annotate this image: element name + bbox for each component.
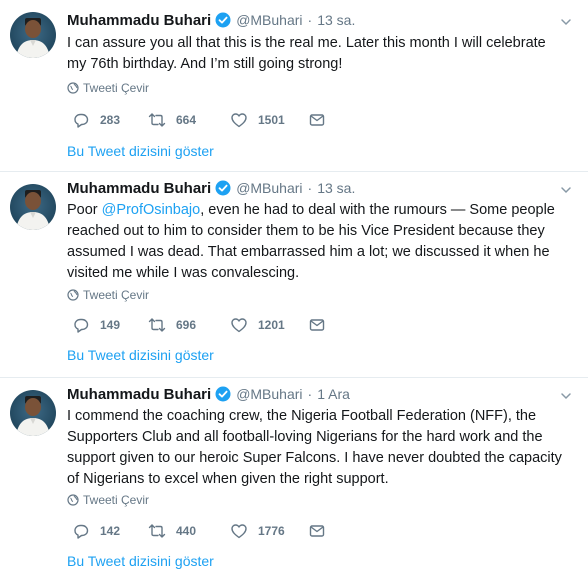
reply-count: 149 [100,318,121,332]
tweet[interactable]: Muhammadu Buhari @MBuhari · 1 Ara I comm… [0,378,588,575]
tweet[interactable]: Muhammadu Buhari @MBuhari · 13 sa. I can… [0,0,588,172]
direct-message-button[interactable] [308,315,326,335]
tweet-header: Muhammadu Buhari @MBuhari · 13 sa. [67,178,355,198]
tweet-text: Poor @ProfOsinbajo, even he had to deal … [67,200,567,284]
tweet-text: I commend the coaching crew, the Nigeria… [67,408,562,487]
mention-link[interactable]: @ProfOsinbajo [102,202,201,218]
tweet-header: Muhammadu Buhari @MBuhari · 1 Ara [67,384,350,404]
author-handle[interactable]: @MBuhari [236,180,302,196]
chevron-down-icon[interactable] [560,16,572,28]
verified-badge-icon [215,180,231,196]
avatar[interactable] [10,184,56,230]
verified-badge-icon [215,386,231,402]
reply-bubble-icon [74,524,89,539]
author-name[interactable]: Muhammadu Buhari [67,180,211,197]
timestamp[interactable]: 13 sa. [317,12,355,28]
retweet-icon [148,113,166,127]
retweet-button[interactable]: 664 [148,110,196,130]
translate-label: Tweeti Çevir [83,493,150,507]
avatar[interactable] [10,12,56,58]
like-button[interactable]: 1776 [230,521,285,541]
show-thread-link[interactable]: Bu Tweet dizisini göster [67,143,214,159]
timestamp[interactable]: 1 Ara [317,386,350,402]
reply-button[interactable]: 142 [72,521,120,541]
translate-label: Tweeti Çevir [83,288,150,302]
translate-link[interactable]: Tweeti Çevir [67,81,149,95]
reply-count: 283 [100,113,121,127]
retweet-count: 696 [176,318,197,332]
reply-bubble-icon [74,318,89,333]
tweet[interactable]: Muhammadu Buhari @MBuhari · 13 sa. Poor … [0,172,588,378]
heart-icon [231,318,247,333]
like-count: 1501 [258,113,285,127]
retweet-button[interactable]: 696 [148,315,196,335]
author-handle[interactable]: @MBuhari [236,386,302,402]
show-thread-link[interactable]: Bu Tweet dizisini göster [67,553,214,569]
direct-message-button[interactable] [308,110,326,130]
retweet-count: 664 [176,113,197,127]
envelope-icon [309,319,325,331]
author-name[interactable]: Muhammadu Buhari [67,12,211,29]
envelope-icon [309,114,325,126]
heart-icon [231,524,247,539]
like-button[interactable]: 1501 [230,110,285,130]
globe-icon [67,494,79,506]
tweet-timeline: Muhammadu Buhari @MBuhari · 13 sa. I can… [0,0,588,575]
chevron-down-icon[interactable] [560,184,572,196]
reply-count: 142 [100,524,121,538]
like-count: 1201 [258,318,285,332]
like-button[interactable]: 1201 [230,315,285,335]
tweet-text-start: Poor [67,202,102,218]
separator: · [307,180,313,196]
translate-link[interactable]: Tweeti Çevir [67,288,149,302]
envelope-icon [309,525,325,537]
timestamp[interactable]: 13 sa. [317,180,355,196]
globe-icon [67,82,79,94]
like-count: 1776 [258,524,285,538]
translate-label: Tweeti Çevir [83,81,150,95]
separator: · [307,386,313,402]
retweet-button[interactable]: 440 [148,521,196,541]
avatar[interactable] [10,390,56,436]
show-thread-link[interactable]: Bu Tweet dizisini göster [67,347,214,363]
heart-icon [231,113,247,128]
retweet-count: 440 [176,524,197,538]
retweet-icon [148,524,166,538]
reply-button[interactable]: 283 [72,110,120,130]
direct-message-button[interactable] [308,521,326,541]
verified-badge-icon [215,12,231,28]
reply-button[interactable]: 149 [72,315,120,335]
translate-link[interactable]: Tweeti Çevir [67,493,149,507]
retweet-icon [148,318,166,332]
globe-icon [67,289,79,301]
chevron-down-icon[interactable] [560,390,572,402]
author-name[interactable]: Muhammadu Buhari [67,386,211,403]
tweet-header: Muhammadu Buhari @MBuhari · 13 sa. [67,10,355,30]
author-handle[interactable]: @MBuhari [236,12,302,28]
reply-bubble-icon [74,113,89,128]
separator: · [307,12,313,28]
tweet-text: I can assure you all that this is the re… [67,35,546,72]
